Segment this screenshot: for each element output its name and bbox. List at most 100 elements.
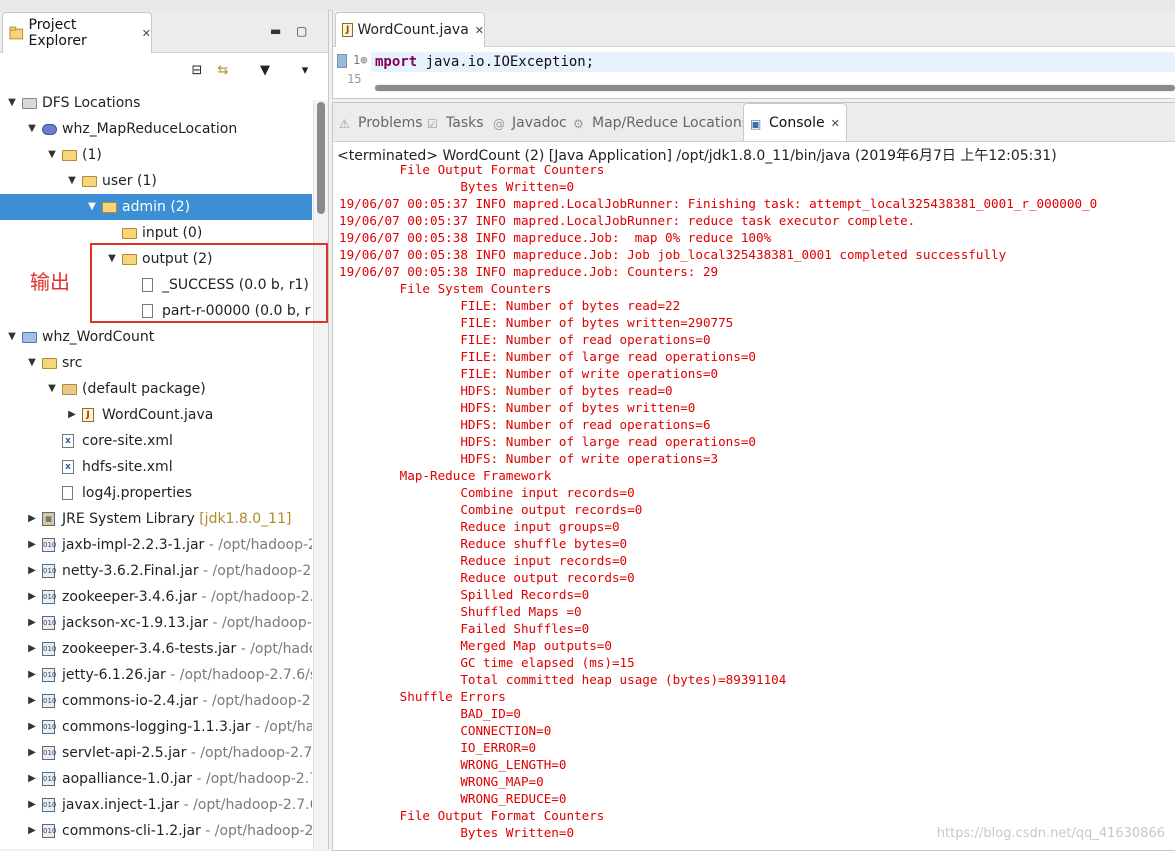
editor-horizontal-scrollbar[interactable] <box>375 84 1175 92</box>
tree-item[interactable]: ▼ admin (2) <box>0 194 312 220</box>
tree-item[interactable]: ▶ 010 servlet-api-2.5.jar - /opt/hadoop-2.… <box>0 740 312 766</box>
collapse-arrow-icon[interactable]: ▶ <box>26 558 38 584</box>
expand-arrow-icon[interactable]: ▼ <box>6 324 18 350</box>
collapse-arrow-icon[interactable]: ▶ <box>26 688 38 714</box>
tree-item[interactable]: ▼ src <box>0 350 312 376</box>
expand-arrow-icon[interactable]: ▼ <box>26 350 38 376</box>
tree-item-label: admin (2) <box>122 199 191 215</box>
tree-item[interactable]: ▶ 010 jetty-6.1.26.jar - /opt/hadoop-2.7.6… <box>0 662 312 688</box>
tree-item[interactable]: ▼ user (1) <box>0 168 312 194</box>
collapse-all-icon[interactable]: ⊟ <box>188 62 206 80</box>
xml-file-icon: x <box>62 434 78 448</box>
console-line: File Output Format Counters <box>339 808 612 823</box>
close-icon[interactable]: ✕ <box>142 27 151 40</box>
minimize-icon[interactable]: ▬ <box>270 24 281 38</box>
expand-arrow-icon[interactable]: ▼ <box>86 194 98 220</box>
code-area[interactable]: 1⊕ 15 mport java.io.IOException; <box>333 46 1175 98</box>
console-line: 19/06/07 00:05:38 INFO mapreduce.Job: Co… <box>339 264 719 279</box>
console-line: Reduce input records=0 <box>339 553 628 568</box>
tab-console[interactable]: ▣ Console ✕ <box>743 103 847 141</box>
tree-item-label: (1) <box>82 147 102 163</box>
link-with-editor-icon[interactable]: ⇆ <box>214 62 232 80</box>
tab-project-explorer[interactable]: Project Explorer ✕ <box>2 12 152 53</box>
folder-icon <box>102 200 118 214</box>
tab-label: Javadoc <box>512 115 567 131</box>
tree-item-label: src <box>62 355 83 371</box>
tree-item-decoration: - /opt/hadoo <box>240 641 312 657</box>
tree-item[interactable]: ▼ (1) <box>0 142 312 168</box>
javadoc-icon: @ <box>493 117 505 131</box>
expand-arrow-icon[interactable]: ▼ <box>46 142 58 168</box>
tree-item[interactable]: ▶ 010 javax.inject-1.jar - /opt/hadoop-2.7… <box>0 792 312 818</box>
collapse-arrow-icon[interactable]: ▶ <box>26 662 38 688</box>
tree-item[interactable]: x hdfs-site.xml <box>0 454 312 480</box>
code-line[interactable]: mport java.io.IOException; <box>375 54 594 70</box>
expand-arrow-icon[interactable]: ▼ <box>6 90 18 116</box>
tree-item[interactable]: ▶ 010 commons-io-2.4.jar - /opt/hadoop-2.7 <box>0 688 312 714</box>
console-line: FILE: Number of read operations=0 <box>339 332 711 347</box>
tree-item[interactable]: ▶ 010 zookeeper-3.4.6-tests.jar - /opt/had… <box>0 636 312 662</box>
tree-item[interactable]: ▶ 010 netty-3.6.2.Final.jar - /opt/hadoop-… <box>0 558 312 584</box>
console-line: File System Counters <box>339 281 552 296</box>
tree-item[interactable]: ▼ whz_MapReduceLocation <box>0 116 312 142</box>
collapse-arrow-icon[interactable]: ▶ <box>26 766 38 792</box>
tab-problems[interactable]: ⚠ Problems <box>339 111 423 135</box>
bookmark-marker <box>337 54 347 68</box>
console-line: WRONG_MAP=0 <box>339 774 544 789</box>
view-menu-icon[interactable]: ▾ <box>296 62 314 80</box>
console-line: HDFS: Number of write operations=3 <box>339 451 719 466</box>
tree-item[interactable]: ▶ 010 zookeeper-3.4.6.jar - /opt/hadoop-2.… <box>0 584 312 610</box>
collapse-arrow-icon[interactable]: ▶ <box>26 818 38 844</box>
tree-item[interactable]: ▶ 010 commons-logging-1.1.3.jar - /opt/had… <box>0 714 312 740</box>
expand-arrow-icon[interactable]: ▼ <box>46 376 58 402</box>
tree-item[interactable]: ▶ 010 jaxb-impl-2.2.3-1.jar - /opt/hadoop-… <box>0 532 312 558</box>
collapse-arrow-icon[interactable]: ▶ <box>26 714 38 740</box>
tree-item-decoration: - /opt/hadoop-2.7 <box>198 563 312 579</box>
tab-map-reduce-locations[interactable]: ⚙ Map/Reduce Locations <box>573 111 749 135</box>
project-explorer-icon <box>9 26 24 40</box>
maximize-icon[interactable]: ▢ <box>296 24 307 38</box>
console-line: BAD_ID=0 <box>339 706 521 721</box>
collapse-arrow-icon[interactable]: ▶ <box>26 532 38 558</box>
tree-item[interactable]: ▶ 010 aopalliance-1.0.jar - /opt/hadoop-2.… <box>0 766 312 792</box>
view-filter-icon[interactable]: ▼ <box>256 62 274 80</box>
tab-javadoc[interactable]: @ Javadoc <box>493 111 567 135</box>
tab-tasks[interactable]: ☑ Tasks <box>427 111 484 135</box>
scrollbar-thumb[interactable] <box>375 85 1175 91</box>
tree-item[interactable]: ▶ 010 jackson-xc-1.9.13.jar - /opt/hadoop-… <box>0 610 312 636</box>
collapse-arrow-icon[interactable]: ▶ <box>26 584 38 610</box>
console-line: Failed Shuffles=0 <box>339 621 590 636</box>
tree-item[interactable]: ▼ DFS Locations <box>0 90 312 116</box>
tree-item[interactable]: ▶ J WordCount.java <box>0 402 312 428</box>
tree-item-label: javax.inject-1.jar - /opt/hadoop-2.7.6/s <box>62 792 312 818</box>
folder-icon <box>82 174 98 188</box>
annotation-box <box>90 243 328 323</box>
console-line: Map-Reduce Framework <box>339 468 552 483</box>
close-icon[interactable]: ✕ <box>831 117 840 130</box>
tree-item-label: jaxb-impl-2.2.3-1.jar - /opt/hadoop-2.7 <box>62 532 312 558</box>
console-line: GC time elapsed (ms)=15 <box>339 655 635 670</box>
collapse-arrow-icon[interactable]: ▶ <box>66 402 78 428</box>
expand-arrow-icon[interactable]: ▼ <box>26 116 38 142</box>
tree-item[interactable]: log4j.properties <box>0 480 312 506</box>
project-explorer-scrollbar[interactable] <box>313 100 328 849</box>
java-project-icon <box>22 330 38 344</box>
collapse-arrow-icon[interactable]: ▶ <box>26 740 38 766</box>
console-line: Shuffled Maps =0 <box>339 604 582 619</box>
tree-item[interactable]: ▶ 010 commons-cli-1.2.jar - /opt/hadoop-2.… <box>0 818 312 844</box>
collapse-arrow-icon[interactable]: ▶ <box>26 792 38 818</box>
tree-item-decoration: - /opt/hadoop-2.7.6 <box>186 745 312 761</box>
tree-item-decoration: - /opt/hadoop-2.7.6/sh <box>165 667 312 683</box>
scrollbar-thumb[interactable] <box>317 102 325 214</box>
tree-item[interactable]: ▼ (default package) <box>0 376 312 402</box>
tree-item[interactable]: x core-site.xml <box>0 428 312 454</box>
tree-item[interactable]: ▶ ▦ JRE System Library [jdk1.8.0_11] <box>0 506 312 532</box>
collapse-arrow-icon[interactable]: ▶ <box>26 610 38 636</box>
console-output[interactable]: File Output Format Counters Bytes Writte… <box>339 161 1175 841</box>
expand-arrow-icon[interactable]: ▼ <box>66 168 78 194</box>
close-icon[interactable]: ✕ <box>475 24 484 37</box>
tab-wordcount-java[interactable]: J WordCount.java ✕ <box>335 12 485 47</box>
tree-item[interactable]: ▼ whz_WordCount <box>0 324 312 350</box>
collapse-arrow-icon[interactable]: ▶ <box>26 636 38 662</box>
collapse-arrow-icon[interactable]: ▶ <box>26 506 38 532</box>
